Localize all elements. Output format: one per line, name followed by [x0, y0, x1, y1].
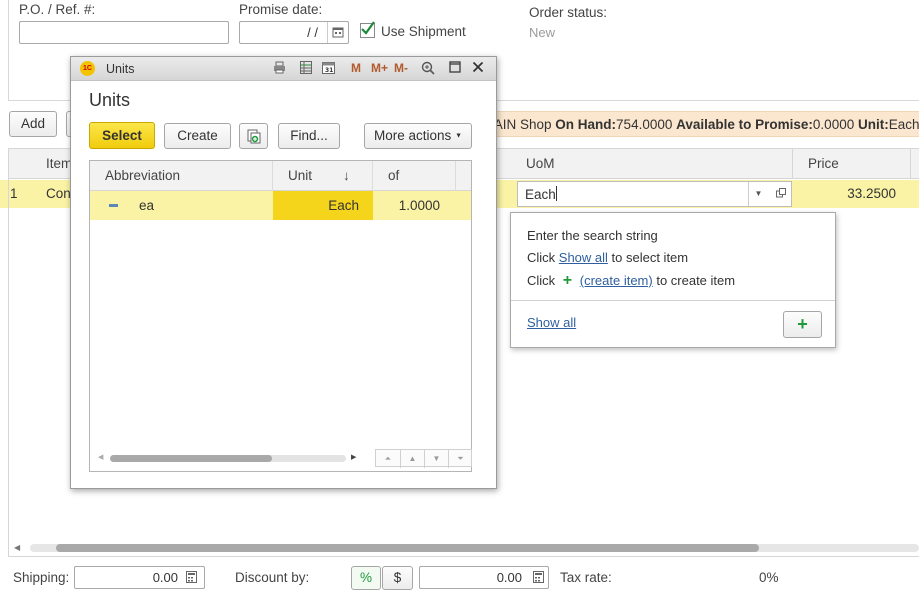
- copy-button[interactable]: [239, 123, 268, 149]
- shipping-label: Shipping:: [13, 570, 70, 585]
- units-grid: Abbreviation Unit ↓ of ea Each 1.0000 ◀ …: [89, 160, 472, 472]
- item-marker-icon: [109, 204, 118, 207]
- dropdown-line-create: Click + (create item) to create item: [527, 272, 736, 289]
- available-label: Available to Promise:: [676, 117, 813, 132]
- dropdown-hint: Enter the search string: [527, 228, 658, 243]
- order-status-label: Order status:: [529, 5, 608, 20]
- column-header-abbreviation[interactable]: Abbreviation: [90, 161, 273, 191]
- add-button[interactable]: Add: [9, 111, 57, 137]
- grid-horizontal-scrollbar[interactable]: [110, 455, 346, 462]
- scroll-right-icon[interactable]: ▶: [351, 453, 356, 461]
- show-all-link[interactable]: Show all: [527, 315, 576, 330]
- po-input[interactable]: [19, 21, 229, 44]
- cell-abbreviation[interactable]: ea: [139, 198, 154, 213]
- first-page-icon[interactable]: ⏶: [376, 450, 400, 468]
- plus-icon: +: [562, 272, 573, 289]
- memory-minus-icon[interactable]: M-: [394, 61, 408, 75]
- on-hand-value: 754.0000: [616, 117, 673, 132]
- zoom-icon[interactable]: [421, 61, 435, 78]
- open-form-icon[interactable]: [770, 182, 791, 206]
- column-header-of[interactable]: of: [373, 161, 456, 191]
- column-header-unit[interactable]: Unit ↓: [273, 161, 373, 191]
- dollar-toggle[interactable]: $: [382, 566, 413, 590]
- text-cursor: [556, 186, 557, 201]
- dropdown-line-show-all: Click Show all to select item: [527, 250, 689, 265]
- scroll-left-icon[interactable]: ◀: [98, 453, 103, 461]
- spreadsheet-icon[interactable]: [300, 61, 312, 77]
- scroll-left-icon[interactable]: ◀: [14, 543, 24, 553]
- frame-line: [8, 0, 9, 100]
- window-title: Units: [106, 62, 135, 76]
- discount-label: Discount by:: [235, 570, 310, 585]
- discount-input[interactable]: 0.00: [419, 566, 549, 589]
- unit-label: Unit:: [857, 117, 889, 132]
- memory-icon[interactable]: M: [351, 61, 361, 75]
- scrollbar-thumb[interactable]: [110, 455, 272, 462]
- find-button[interactable]: Find...: [278, 123, 340, 149]
- tax-rate-label: Tax rate:: [560, 570, 612, 585]
- use-shipment-label: Use Shipment: [381, 24, 466, 39]
- create-item-link[interactable]: (create item): [580, 273, 653, 288]
- add-item-button[interactable]: +: [783, 311, 822, 338]
- use-shipment-checkbox[interactable]: [360, 21, 375, 38]
- table-left-border: [8, 148, 9, 556]
- cell-unit[interactable]: Each: [273, 191, 373, 220]
- promise-date-label: Promise date:: [239, 2, 323, 17]
- unit-value: Each: [888, 117, 919, 132]
- tax-rate-value: 0%: [759, 570, 779, 585]
- last-page-icon[interactable]: ⏷: [448, 450, 472, 468]
- units-grid-header: Abbreviation Unit ↓ of: [90, 161, 471, 191]
- horizontal-scrollbar[interactable]: [30, 544, 919, 552]
- uom-input[interactable]: Each ▼: [517, 181, 792, 207]
- on-hand-label: On Hand:: [555, 117, 617, 132]
- window-body: Units Select Create Find... More actions…: [76, 81, 491, 483]
- chevron-down-icon[interactable]: ▼: [748, 182, 768, 206]
- select-button[interactable]: Select: [89, 122, 155, 149]
- calculator-icon[interactable]: [186, 571, 197, 586]
- column-header-price[interactable]: Price: [794, 149, 839, 178]
- svg-text:31: 31: [325, 67, 333, 74]
- close-icon[interactable]: [472, 61, 484, 76]
- row-item[interactable]: Con: [46, 186, 71, 201]
- grid-navigation: ⏶ ▲ ▼ ⏷: [375, 449, 472, 468]
- units-window: 1C Units 31 M M+ M- Units Select Create …: [70, 56, 497, 489]
- uom-dropdown: Enter the search string Click Show all t…: [510, 212, 836, 348]
- more-actions-button[interactable]: More actions ▼: [364, 123, 472, 149]
- table-row[interactable]: ea Each 1.0000: [90, 191, 471, 220]
- available-value: 0.0000: [812, 117, 855, 132]
- chevron-down-icon: ▼: [455, 132, 462, 140]
- sort-arrow-icon: ↓: [343, 168, 350, 183]
- print-icon[interactable]: [273, 61, 286, 77]
- po-label: P.O. / Ref. #:: [19, 2, 96, 17]
- app-logo-icon: 1C: [80, 61, 95, 76]
- next-page-icon[interactable]: ▼: [424, 450, 448, 468]
- memory-plus-icon[interactable]: M+: [371, 61, 388, 75]
- create-button[interactable]: Create: [164, 123, 231, 149]
- window-heading: Units: [89, 90, 131, 110]
- row-number: 1: [10, 186, 18, 201]
- show-all-inline-link[interactable]: Show all: [559, 250, 608, 265]
- order-status-value: New: [529, 25, 556, 40]
- availability-shop: IAIN Shop: [490, 117, 556, 132]
- percent-toggle[interactable]: %: [351, 566, 381, 590]
- column-header-item[interactable]: Item: [32, 149, 72, 178]
- window-titlebar[interactable]: 1C Units 31 M M+ M-: [71, 57, 496, 81]
- calendar-icon[interactable]: [327, 22, 348, 43]
- row-price[interactable]: 33.2500: [792, 180, 902, 208]
- calendar-icon[interactable]: 31: [322, 61, 335, 77]
- column-header-uom[interactable]: UoM: [512, 149, 555, 178]
- calculator-icon[interactable]: [533, 571, 544, 586]
- copy-icon: [247, 129, 260, 144]
- prev-page-icon[interactable]: ▲: [400, 450, 424, 468]
- plus-icon: +: [797, 314, 808, 334]
- scrollbar-thumb[interactable]: [56, 544, 759, 552]
- cell-of[interactable]: 1.0000: [373, 191, 456, 220]
- maximize-icon[interactable]: [449, 61, 461, 76]
- availability-bar: IAIN Shop On Hand:754.0000 Available to …: [490, 111, 919, 137]
